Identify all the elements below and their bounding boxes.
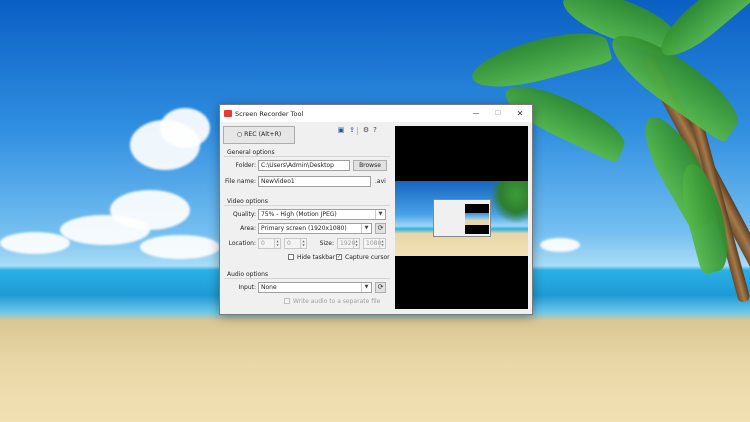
divider xyxy=(224,156,390,157)
capture-cursor-checkbox[interactable]: ✓ xyxy=(336,254,342,260)
preview-image xyxy=(395,181,528,256)
separate-audio-label: Write audio to a separate file xyxy=(293,298,381,305)
audio-refresh-button[interactable]: ⟳ xyxy=(375,282,386,293)
maximize-button[interactable]: ☐ xyxy=(490,107,506,120)
divider xyxy=(224,205,390,206)
audio-options-heading: Audio options xyxy=(227,271,269,278)
input-label: Input: xyxy=(238,284,256,291)
video-options-heading: Video options xyxy=(227,198,268,205)
cloud xyxy=(160,108,210,148)
preview-palm xyxy=(488,181,528,226)
divider xyxy=(224,278,390,279)
folder-input[interactable]: C:\Users\Admin\Desktop xyxy=(258,160,350,171)
location-y-value: 0 xyxy=(287,240,291,247)
rec-button[interactable]: ○ REC (Alt+R) xyxy=(223,126,295,144)
location-y-input[interactable]: 0 ▲ ▼ xyxy=(284,238,307,249)
quality-select[interactable]: 75% - High (Motion JPEG) ▼ xyxy=(258,209,386,220)
window-title: Screen Recorder Tool xyxy=(235,110,304,118)
general-options-heading: General options xyxy=(227,149,275,156)
monitor-icon[interactable]: ▣ xyxy=(337,126,345,134)
location-x-value: 0 xyxy=(261,240,265,247)
cloud xyxy=(540,238,580,252)
size-width-input[interactable]: 1920 ▲ ▼ xyxy=(337,238,360,249)
area-value: Primary screen (1920x1080) xyxy=(261,225,347,232)
hide-taskbar-checkbox[interactable] xyxy=(288,254,294,260)
upload-icon[interactable]: ⇪ xyxy=(348,126,356,134)
preview-window-thumbnail xyxy=(433,199,491,237)
help-icon[interactable]: ? xyxy=(371,126,379,134)
title-bar[interactable]: Screen Recorder Tool — ☐ ✕ xyxy=(220,105,532,122)
minimize-button[interactable]: — xyxy=(468,107,484,120)
audio-input-select[interactable]: None ▼ xyxy=(258,282,372,293)
area-refresh-button[interactable]: ⟳ xyxy=(375,223,386,234)
separate-audio-checkbox[interactable] xyxy=(284,298,290,304)
browse-button[interactable]: Browse xyxy=(353,160,387,171)
audio-input-value: None xyxy=(261,284,277,291)
size-height-input[interactable]: 1080 ▲ ▼ xyxy=(363,238,386,249)
chevron-down-icon: ▼ xyxy=(375,210,385,219)
location-label: Location: xyxy=(228,240,256,247)
app-icon xyxy=(224,110,232,117)
palm-frond xyxy=(467,22,613,98)
hide-taskbar-label: Hide taskbar xyxy=(297,254,336,261)
gear-icon[interactable]: ⚙ xyxy=(362,126,370,134)
preview-pane xyxy=(395,126,528,309)
cloud xyxy=(0,232,70,254)
rec-button-label: REC (Alt+R) xyxy=(244,131,282,138)
capture-cursor-label: Capture cursor xyxy=(345,254,390,261)
refresh-icon: ⟳ xyxy=(377,224,384,232)
quality-label: Quality: xyxy=(232,211,256,218)
size-label: Size: xyxy=(319,240,334,247)
quality-value: 75% - High (Motion JPEG) xyxy=(261,211,337,218)
location-x-input[interactable]: 0 ▲ ▼ xyxy=(258,238,281,249)
spinner-arrows-icon: ▲ ▼ xyxy=(379,239,385,248)
area-label: Area: xyxy=(240,225,256,232)
cloud xyxy=(140,235,220,259)
refresh-icon: ⟳ xyxy=(377,283,384,291)
folder-label: Folder: xyxy=(235,162,256,169)
spinner-arrows-icon: ▲ ▼ xyxy=(353,239,359,248)
toolbar-divider xyxy=(357,127,358,135)
file-extension: .avi xyxy=(375,178,386,185)
spinner-arrows-icon: ▲ ▼ xyxy=(300,239,306,248)
filename-label: File name: xyxy=(225,178,256,185)
filename-input[interactable]: NewVideo1 xyxy=(258,176,371,187)
chevron-down-icon: ▼ xyxy=(361,224,371,233)
cloud xyxy=(60,215,150,245)
screen-recorder-window: Screen Recorder Tool — ☐ ✕ ○ REC (Alt+R)… xyxy=(219,104,533,315)
record-circle-icon: ○ xyxy=(236,131,243,138)
area-select[interactable]: Primary screen (1920x1080) ▼ xyxy=(258,223,372,234)
chevron-down-icon: ▼ xyxy=(361,283,371,292)
spinner-arrows-icon: ▲ ▼ xyxy=(274,239,280,248)
preview-inner-pane xyxy=(465,204,489,234)
preview-inner-image xyxy=(465,213,489,225)
close-button[interactable]: ✕ xyxy=(512,107,528,120)
